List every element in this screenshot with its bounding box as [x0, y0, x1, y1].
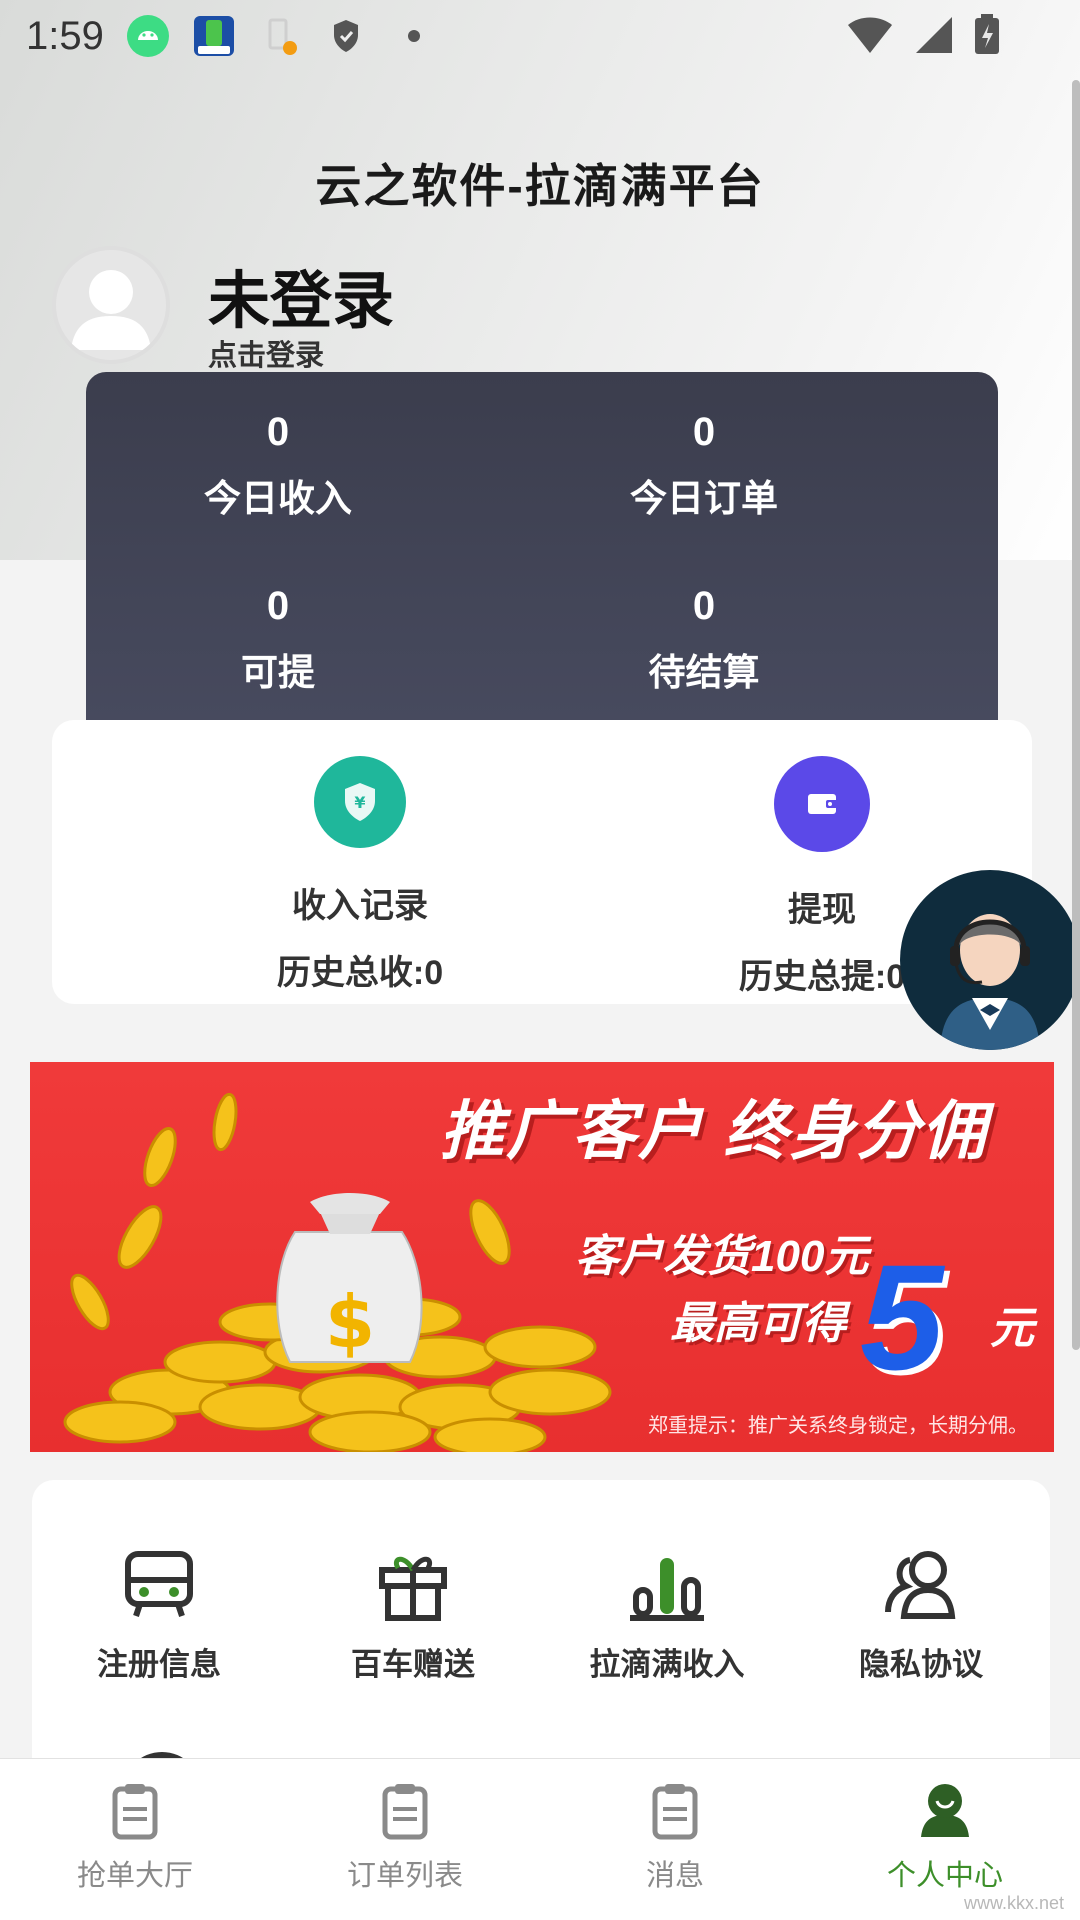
promo-banner[interactable]: $ 推广客户 终身分佣 客户发货100元 最高可得 5 元 郑重提示：推广关系终…	[30, 1062, 1054, 1452]
android-icon	[126, 14, 170, 58]
more-notifications-dot	[407, 30, 420, 42]
tab-label: 订单列表	[346, 1860, 463, 1892]
menu-card: 注册信息 百车赠送 拉滴满收入 隐私协议	[32, 1480, 1050, 1780]
stat-withdrawable: 0 可提	[128, 582, 428, 696]
tab-label: 个人中心	[886, 1860, 1003, 1892]
banner-line1: 客户发货100元	[575, 1232, 869, 1281]
menu-label: 隐私协议	[859, 1647, 983, 1682]
clipboard-icon	[382, 1784, 428, 1840]
menu-label: 拉滴满收入	[589, 1647, 745, 1682]
customer-service-button[interactable]	[900, 870, 1080, 1050]
shield-yen-icon: ¥	[314, 756, 406, 848]
customer-service-icon	[940, 914, 1040, 1050]
menu-item-income[interactable]: 拉滴满收入	[540, 1540, 794, 1684]
stat-label: 待结算	[648, 652, 760, 693]
stat-label: 可提	[241, 652, 315, 693]
status-time: 1:59	[26, 13, 104, 58]
watermark: www.kkx.net	[963, 1893, 1064, 1913]
login-status[interactable]: 未登录	[208, 250, 394, 340]
banner-amount: 5	[860, 1233, 944, 1401]
wifi-icon	[846, 13, 894, 60]
banner-line2: 最高可得	[670, 1299, 846, 1348]
scrollbar[interactable]	[1072, 80, 1080, 1350]
status-bar: 1:59	[0, 0, 1080, 72]
signal-icon	[912, 13, 954, 60]
svg-text:¥: ¥	[354, 793, 365, 812]
menu-item-gift[interactable]: 百车赠送	[286, 1540, 540, 1684]
clipboard-icon	[112, 1784, 158, 1840]
stat-label: 今日订单	[630, 478, 778, 519]
battery-alert-icon	[258, 14, 302, 58]
tab-messages[interactable]: 消息	[540, 1779, 810, 1894]
wallet-icon	[774, 756, 870, 852]
banner-headline: 推广客户 终身分佣	[440, 1095, 988, 1167]
battery-icon	[972, 12, 1002, 61]
banner-note: 郑重提示：推广关系终身锁定，长期分佣。	[648, 1415, 1028, 1437]
menu-item-privacy[interactable]: 隐私协议	[794, 1540, 1048, 1684]
stat-label: 今日收入	[204, 478, 352, 519]
menu-item-registration[interactable]: 注册信息	[32, 1540, 286, 1684]
income-total: 历史总收:0	[276, 954, 444, 992]
bottom-tab-bar: 抢单大厅 订单列表 消息 个人中心	[0, 1758, 1080, 1920]
login-link[interactable]: 点击登录	[208, 332, 324, 374]
banner-unit: 元	[990, 1304, 1034, 1353]
tab-order-list[interactable]: 订单列表	[270, 1779, 540, 1894]
income-records-button[interactable]: ¥ 收入记录 历史总收:0	[200, 756, 520, 994]
user-avatar-icon	[71, 270, 151, 350]
stat-value: 0	[692, 584, 716, 628]
app-notification-icon	[192, 14, 236, 58]
menu-label: 注册信息	[97, 1647, 221, 1682]
stat-value: 0	[692, 410, 716, 454]
menu-label: 百车赠送	[351, 1647, 475, 1682]
svg-text:$: $	[325, 1280, 375, 1364]
wallet-card: ¥ 收入记录 历史总收:0 提现 历史总提:0	[52, 720, 1032, 1004]
person-icon	[921, 1784, 969, 1837]
stat-value: 0	[266, 410, 290, 454]
stats-card: 0 今日收入 0 今日订单 0 可提 0 待结算	[86, 372, 998, 722]
bar-chart-icon	[630, 1558, 704, 1621]
tab-profile[interactable]: 个人中心	[810, 1779, 1080, 1894]
clipboard-icon	[652, 1784, 698, 1840]
stat-today-orders: 0 今日订单	[554, 408, 854, 522]
car-icon	[125, 1551, 193, 1617]
stat-today-income: 0 今日收入	[128, 408, 428, 522]
page-title: 云之软件-拉滴满平台	[315, 160, 765, 212]
income-records-title: 收入记录	[292, 887, 428, 925]
stat-pending: 0 待结算	[554, 582, 854, 696]
stat-value: 0	[266, 584, 290, 628]
tab-label: 消息	[645, 1860, 704, 1892]
tab-order-hall[interactable]: 抢单大厅	[0, 1779, 270, 1894]
shield-icon	[324, 14, 368, 58]
gift-icon	[379, 1556, 447, 1621]
users-icon	[885, 1551, 956, 1619]
avatar[interactable]	[52, 246, 170, 364]
tab-label: 抢单大厅	[76, 1860, 193, 1892]
